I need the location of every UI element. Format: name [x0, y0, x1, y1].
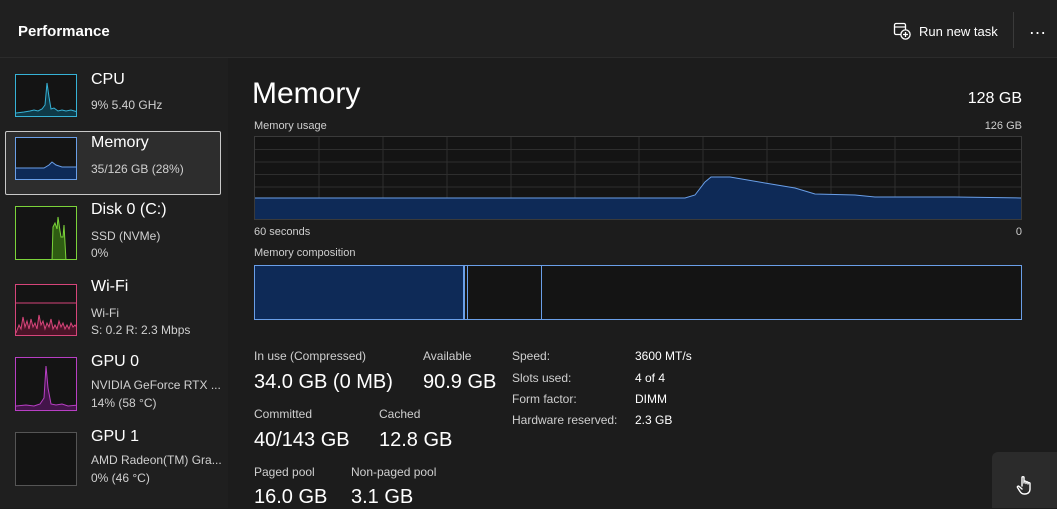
sidebar-item-detail: Wi-Fi [91, 306, 119, 320]
memory-graph-thumbnail [15, 137, 77, 180]
title-bar: Performance Run new task … [0, 0, 1057, 58]
composition-modified [463, 266, 465, 319]
cached-value: 12.8 GB [379, 429, 453, 451]
sidebar-item-title: Disk 0 (C:) [91, 201, 167, 218]
speed-value: 3600 MT/s [635, 349, 692, 363]
sidebar-item-disk-0[interactable]: Disk 0 (C:) SSD (NVMe) 0% [5, 198, 221, 262]
run-task-label: Run new task [919, 23, 998, 39]
disk-graph-thumbnail [15, 206, 77, 260]
sidebar-item-memory[interactable]: Memory 35/126 GB (28%) [5, 131, 221, 195]
speed-label: Speed: [512, 349, 551, 363]
sidebar-item-usage: 0% [91, 246, 109, 260]
more-options-button[interactable]: … [1026, 17, 1050, 41]
composition-in-use [255, 266, 463, 319]
memory-usage-label: Memory usage [254, 120, 327, 132]
sidebar-item-gpu-0[interactable]: GPU 0 NVIDIA GeForce RTX ... 14% (58 °C) [5, 350, 221, 414]
run-new-task-button[interactable]: Run new task [893, 19, 998, 43]
composition-modified-edge [467, 266, 468, 319]
memory-panel: Memory 128 GB Memory usage 126 GB 60 sec… [228, 58, 1057, 508]
paged-pool-value: 16.0 GB [254, 486, 328, 508]
graph-time-label: 60 seconds [254, 226, 311, 238]
sidebar-item-detail: AMD Radeon(TM) Gra... [91, 453, 222, 467]
non-paged-pool-value: 3.1 GB [351, 486, 414, 508]
gpu-1-graph-thumbnail [15, 432, 77, 486]
sidebar-item-detail: SSD (NVMe) [91, 229, 161, 243]
in-use-value: 34.0 GB (0 MB) [254, 371, 393, 393]
form-factor-label: Form factor: [512, 392, 577, 406]
available-label: Available [423, 349, 472, 363]
sidebar-item-detail: NVIDIA GeForce RTX ... [91, 378, 221, 392]
run-task-icon [893, 22, 911, 40]
slots-used-value: 4 of 4 [635, 371, 666, 385]
sidebar-item-gpu-1[interactable]: GPU 1 AMD Radeon(TM) Gra... 0% (46 °C) [5, 425, 222, 489]
sidebar-item-title: GPU 1 [91, 428, 140, 445]
sidebar: CPU 9% 5.40 GHz Memory 35/126 GB (28%) D… [0, 58, 228, 508]
cached-label: Cached [379, 407, 421, 421]
sidebar-item-title: Wi-Fi [91, 278, 129, 295]
sidebar-item-usage: 0% (46 °C) [91, 471, 150, 485]
sidebar-item-title: Memory [91, 134, 149, 151]
form-factor-value: DIMM [635, 392, 667, 406]
memory-composition-label: Memory composition [254, 247, 356, 259]
memory-usage-plot [255, 137, 1021, 219]
sidebar-item-detail: 35/126 GB (28%) [91, 162, 184, 176]
composition-standby [541, 266, 542, 319]
paged-pool-label: Paged pool [254, 465, 315, 479]
sidebar-item-wifi[interactable]: Wi-Fi Wi-Fi S: 0.2 R: 2.3 Mbps [5, 275, 221, 339]
sidebar-item-throughput: S: 0.2 R: 2.3 Mbps [91, 323, 191, 337]
toolbar-divider [1013, 12, 1014, 48]
available-value: 90.9 GB [423, 371, 497, 393]
feedback-button[interactable] [992, 452, 1057, 508]
memory-total: 128 GB [967, 90, 1022, 107]
in-use-label: In use (Compressed) [254, 349, 367, 363]
memory-composition-bar [254, 265, 1022, 320]
memory-heading: Memory [252, 77, 361, 110]
graph-time-zero: 0 [1015, 226, 1022, 238]
committed-value: 40/143 GB [254, 429, 350, 451]
page-title: Performance [18, 23, 110, 40]
cpu-graph-thumbnail [15, 74, 77, 117]
memory-usage-max: 126 GB [984, 120, 1022, 132]
hardware-reserved-label: Hardware reserved: [512, 413, 618, 427]
non-paged-pool-label: Non-paged pool [351, 465, 437, 479]
slots-used-label: Slots used: [512, 371, 572, 385]
sidebar-item-cpu[interactable]: CPU 9% 5.40 GHz [5, 68, 221, 132]
sidebar-item-detail: 9% 5.40 GHz [91, 98, 163, 112]
gpu-0-graph-thumbnail [15, 357, 77, 411]
memory-usage-graph [254, 136, 1022, 220]
hardware-reserved-value: 2.3 GB [635, 413, 673, 427]
hand-pointer-icon [1016, 475, 1031, 495]
wifi-graph-thumbnail [15, 284, 77, 336]
sidebar-item-usage: 14% (58 °C) [91, 396, 157, 410]
committed-label: Committed [254, 407, 313, 421]
sidebar-item-title: CPU [91, 71, 125, 88]
sidebar-item-title: GPU 0 [91, 353, 140, 370]
